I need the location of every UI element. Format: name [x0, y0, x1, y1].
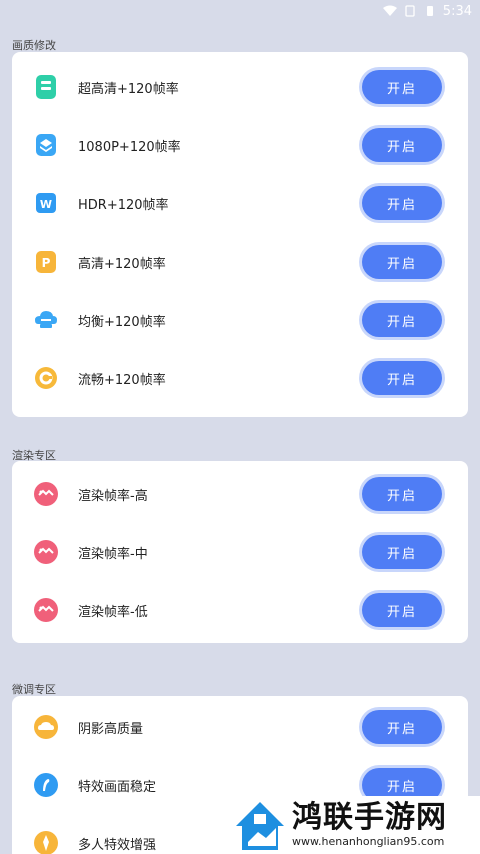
status-time: 5:34 — [442, 3, 472, 19]
effect-icon — [32, 771, 60, 799]
setting-label: 特效画面稳定 — [78, 779, 157, 795]
setting-label: 1080P+120帧率 — [78, 139, 181, 155]
setting-label: 渲染帧率-中 — [78, 546, 148, 562]
watermark-subtitle: www.henanhonglian95.com — [292, 835, 445, 848]
layers-icon — [32, 131, 60, 159]
enable-button[interactable]: 开启 — [362, 535, 442, 569]
render-icon — [32, 480, 60, 508]
setting-row: 均衡+120帧率 开启 — [12, 291, 468, 349]
status-bar: 5:34 — [0, 0, 480, 22]
enable-button[interactable]: 开启 — [362, 70, 442, 104]
setting-label: 高清+120帧率 — [78, 256, 166, 272]
setting-label: 均衡+120帧率 — [78, 314, 166, 330]
smooth-icon — [32, 364, 60, 392]
watermark-title: 鸿联手游网 — [292, 800, 447, 835]
enable-button[interactable]: 开启 — [362, 245, 442, 279]
quality-card: 超高清+120帧率 开启 1080P+120帧率 开启 W HDR+120帧率 开启 P 高清+… — [12, 52, 468, 417]
shadow-cloud-icon — [32, 713, 60, 741]
watermark-logo-icon — [236, 802, 284, 850]
setting-row: W HDR+120帧率 开启 — [12, 174, 468, 232]
hdr-icon: W — [32, 189, 60, 217]
setting-row: 渲染帧率-低 开启 — [12, 581, 468, 639]
svg-text:W: W — [40, 198, 52, 211]
setting-row: 阴影高质量 开启 — [12, 698, 468, 756]
enable-button[interactable]: 开启 — [362, 128, 442, 162]
render-icon — [32, 596, 60, 624]
setting-row: 1080P+120帧率 开启 — [12, 116, 468, 174]
setting-label: 流畅+120帧率 — [78, 372, 166, 388]
wifi-icon — [382, 5, 397, 16]
battery-icon — [426, 6, 433, 16]
no-sim-icon — [405, 5, 415, 17]
setting-label: 阴影高质量 — [78, 721, 144, 737]
cloud-icon — [32, 306, 60, 334]
setting-label: 超高清+120帧率 — [78, 81, 179, 97]
enable-button[interactable]: 开启 — [362, 186, 442, 220]
section-title-tuning: 微调专区 — [12, 683, 56, 696]
setting-row: 渲染帧率-中 开启 — [12, 523, 468, 581]
setting-row: 超高清+120帧率 开启 — [12, 58, 468, 116]
render-card: 渲染帧率-高 开启 渲染帧率-中 开启 渲染帧率-低 开启 — [12, 461, 468, 643]
watermark: 鸿联手游网 www.henanhonglian95.com — [232, 796, 480, 854]
enable-button[interactable]: 开启 — [362, 710, 442, 744]
setting-label: 渲染帧率-低 — [78, 604, 148, 620]
hd-icon: P — [32, 248, 60, 276]
render-icon — [32, 538, 60, 566]
svg-text:P: P — [42, 256, 51, 270]
multi-effect-icon — [32, 829, 60, 854]
setting-row: 流畅+120帧率 开启 — [12, 349, 468, 407]
section-title-quality: 画质修改 — [12, 39, 56, 52]
setting-label: 多人特效增强 — [78, 837, 157, 853]
enable-button[interactable]: 开启 — [362, 477, 442, 511]
ultra-hd-icon — [32, 73, 60, 101]
enable-button[interactable]: 开启 — [362, 361, 442, 395]
setting-row: P 高清+120帧率 开启 — [12, 233, 468, 291]
setting-row: 渲染帧率-高 开启 — [12, 465, 468, 523]
setting-label: HDR+120帧率 — [78, 197, 169, 213]
enable-button[interactable]: 开启 — [362, 303, 442, 337]
enable-button[interactable]: 开启 — [362, 593, 442, 627]
setting-label: 渲染帧率-高 — [78, 488, 148, 504]
